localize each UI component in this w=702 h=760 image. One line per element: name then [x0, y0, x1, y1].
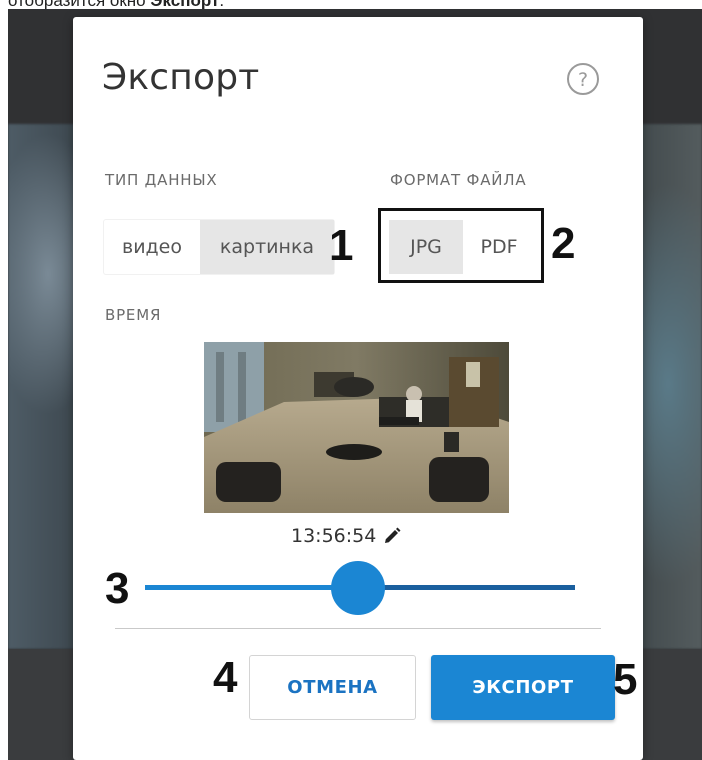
- timestamp-text: 13:56:54: [291, 525, 377, 547]
- callout-4: 4: [213, 653, 238, 702]
- data-type-option-image[interactable]: картинка: [200, 220, 334, 274]
- time-slider-thumb[interactable]: [331, 561, 385, 615]
- cancel-button[interactable]: ОТМЕНА: [249, 655, 416, 720]
- help-circle-icon[interactable]: ?: [565, 61, 601, 97]
- time-slider-track-elapsed[interactable]: [145, 585, 357, 590]
- callout-1: 1: [329, 221, 354, 270]
- pencil-icon[interactable]: [382, 526, 402, 546]
- file-format-label: ФОРМАТ ФАЙЛА: [390, 171, 527, 189]
- data-type-option-video[interactable]: видео: [104, 220, 200, 274]
- callout-5: 5: [613, 655, 638, 704]
- frame-timestamp: 13:56:54: [291, 525, 402, 547]
- callout-3: 3: [105, 564, 130, 613]
- dialog-title: Экспорт: [102, 57, 260, 98]
- time-slider-track-remaining[interactable]: [357, 585, 575, 590]
- data-type-label: ТИП ДАННЫХ: [105, 171, 218, 189]
- callout-2: 2: [551, 219, 576, 268]
- export-button[interactable]: ЭКСПОРТ: [431, 655, 615, 720]
- export-dialog: Экспорт ? ТИП ДАННЫХ ФОРМАТ ФАЙЛА видео …: [73, 17, 643, 760]
- time-label: ВРЕМЯ: [105, 306, 162, 324]
- file-format-toggle: JPG PDF: [389, 220, 535, 274]
- file-format-option-pdf[interactable]: PDF: [463, 220, 535, 274]
- file-format-option-jpg[interactable]: JPG: [389, 220, 463, 274]
- data-type-toggle: видео картинка: [104, 220, 334, 274]
- svg-text:?: ?: [578, 69, 588, 91]
- footer-divider: [115, 628, 601, 629]
- frame-thumbnail: [204, 342, 509, 513]
